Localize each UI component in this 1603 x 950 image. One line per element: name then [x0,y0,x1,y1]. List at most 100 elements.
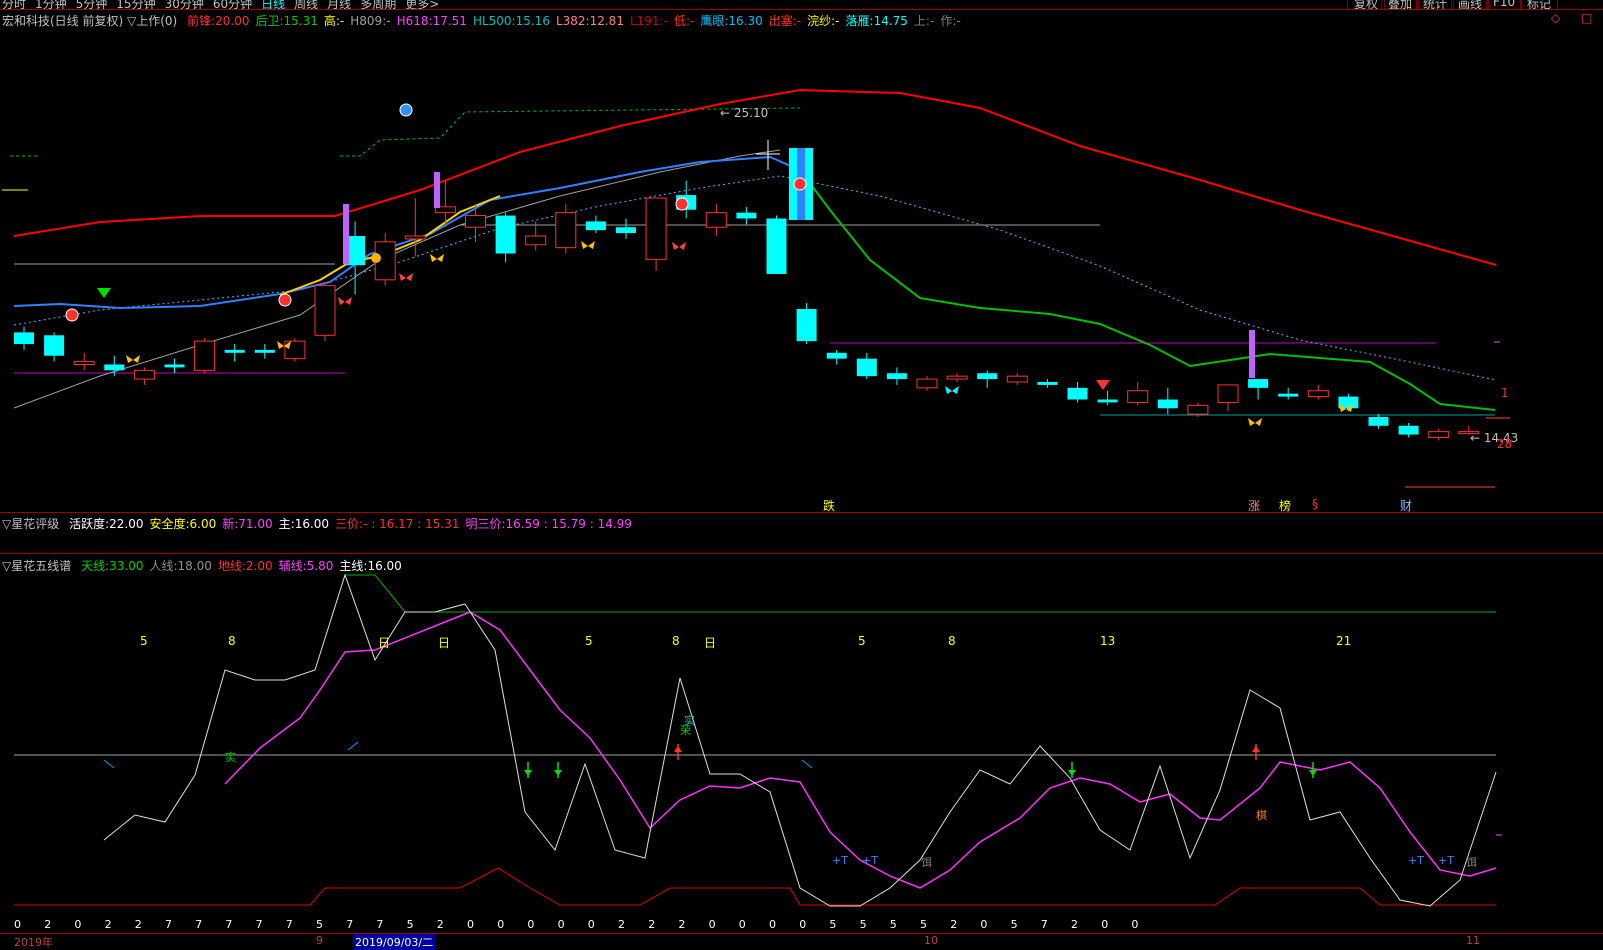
statistics-button[interactable]: 统计 [1416,0,1455,9]
restore-right-button[interactable]: 复权 [1347,0,1386,9]
five-line-value-3: 5.80 [306,559,334,573]
rating-item-3: 主:16.00 [279,517,329,531]
candle-body-24 [736,212,757,219]
period-tab-1[interactable]: 1分钟 [35,0,67,9]
candle-body-37 [1127,390,1149,403]
period-tab-8[interactable]: 月线 [327,0,351,9]
x-label-sep: 9 [316,934,323,947]
bottom-number-25: 0 [769,918,776,931]
candle-body-6 [194,340,216,371]
orange-ball-icon [371,253,381,263]
top-separator [0,9,1603,10]
osc-char-8: +T [1408,854,1424,867]
five-line-value-4: 16.00 [367,559,402,573]
x-axis: 2019年 9 2019/09/03/二 10 11 [0,934,1603,950]
rating-values: 活跃度:22.00 安全度:6.00 新:71.00 主:16.00 三价:- : 16… [69,517,638,531]
candle-body-42 [1278,393,1299,397]
diamond-icon[interactable]: ◇ [1551,11,1560,25]
bottom-number-27: 5 [829,918,837,931]
square-icon[interactable]: □ [1581,11,1592,25]
fib-label-5: 8 [672,634,680,648]
candle-body-10 [314,285,336,336]
period-tab-0[interactable]: 分时 [2,0,26,9]
candle-body-21 [645,197,667,260]
period-tab-3[interactable]: 15分钟 [116,0,155,9]
fib-label-7: 5 [858,634,866,648]
rating-value-5: 16.59 : 15.79 : 14.99 [505,517,632,531]
period-tabs: 分时 1分钟 5分钟 15分钟 30分钟 60分钟 日线 周线 月线 多周期 更多> [2,0,448,9]
candle-body-16 [495,215,516,254]
candle-body-41 [1248,379,1269,388]
candle-body-25 [766,218,787,274]
bottom-number-34: 7 [1040,918,1048,931]
f10-button[interactable]: F10 [1486,0,1523,9]
bottom-number-20: 2 [618,918,625,931]
period-tab-2[interactable]: 5分钟 [76,0,108,9]
bottom-number-1: 2 [44,918,52,931]
draw-line-button[interactable]: 画线 [1451,0,1490,9]
candle-body-39 [1187,404,1209,415]
osc-char-4: 饵 [921,856,932,869]
fib-label-0: 5 [140,634,148,648]
butterfly-icon-4 [430,254,444,262]
candle-body-38 [1157,399,1178,409]
candle-body-27 [826,352,847,359]
candle-body-8 [254,349,275,353]
arrow-down-icon-1 [554,770,562,776]
candle-body-32 [977,373,998,380]
rating-label-1: 安全度: [149,517,190,531]
five-line-value-2: 2.00 [245,559,273,573]
arrow-down-icon-3 [1309,770,1317,776]
signal-mark-section: § [1312,497,1318,511]
rating-title[interactable]: ▽星花评级 [2,517,59,531]
bottom-number-2: 0 [74,918,82,931]
fib-label-1: 8 [228,634,236,648]
butterfly-icon-0 [126,355,140,363]
rating-value-0: 22.00 [109,517,144,531]
period-tab-10[interactable]: 更多> [405,0,439,9]
period-tab-5[interactable]: 60分钟 [213,0,252,9]
rating-separator [0,512,1603,513]
five-line-item-1: 人线:18.00 [149,559,211,573]
bottom-number-16: 0 [497,918,505,931]
rating-value-3: 16.00 [294,517,330,531]
bottom-number-9: 7 [285,918,293,931]
mark-button[interactable]: 标记 [1520,0,1559,9]
bottom-number-19: 0 [587,918,595,931]
five-line-value-1: 18.00 [177,559,212,573]
fib-label-4: 5 [585,634,593,648]
bottom-number-row: 0 2 0 2 2 7 7 7 7 7 5 7 7 5 2 0 0 0 0 0 2 2 2 0 0 0 0 5 5 5 5 2 0 5 7 2 0 0 [0,918,1603,932]
cyan-arrow-icon-1 [347,741,359,751]
bottom-number-35: 2 [1071,918,1078,931]
overlay-button[interactable]: 叠加 [1381,0,1420,9]
five-line-item-2: 地线:2.00 [218,559,273,573]
fib-label-8: 8 [948,634,956,648]
candlestick-chart[interactable] [0,26,1603,512]
fib-label-6: 日 [704,636,717,650]
candle-body-46 [1398,425,1419,435]
five-line-title[interactable]: ▽星花五线谱 [2,559,71,573]
ma-gray [13,149,781,409]
period-tab-4[interactable]: 30分钟 [165,0,204,9]
rating-legend: ▽星花评级 活跃度:22.00 安全度:6.00 新:71.00 主:16.00 三价:… [2,515,644,532]
bottom-number-18: 0 [557,918,565,931]
period-tab-9[interactable]: 多周期 [360,0,396,9]
bottom-number-22: 2 [678,918,686,931]
five-line-oscillator[interactable] [0,572,1603,912]
period-tab-7[interactable]: 周线 [294,0,318,9]
five-line-label-3: 辅线: [278,559,307,573]
rating-item-5: 明三价:16.59 : 15.79 : 14.99 [465,517,631,531]
bottom-number-13: 5 [406,918,414,931]
arrow-up-icon-4 [674,746,682,752]
period-tab-6[interactable]: 日线 [261,0,285,9]
butterfly-icon-6 [672,242,686,250]
candle-body-33 [1006,375,1028,383]
bottom-number-3: 2 [104,918,112,931]
candle-body-1 [44,335,65,356]
bottom-number-0: 0 [14,918,21,931]
osc-char-5: 饵 [1466,856,1477,869]
candle-body-35 [1067,387,1088,400]
rating-label-0: 活跃度: [69,517,110,531]
candle-body-43 [1307,390,1329,398]
ma-cyan-dotted [13,175,1497,381]
